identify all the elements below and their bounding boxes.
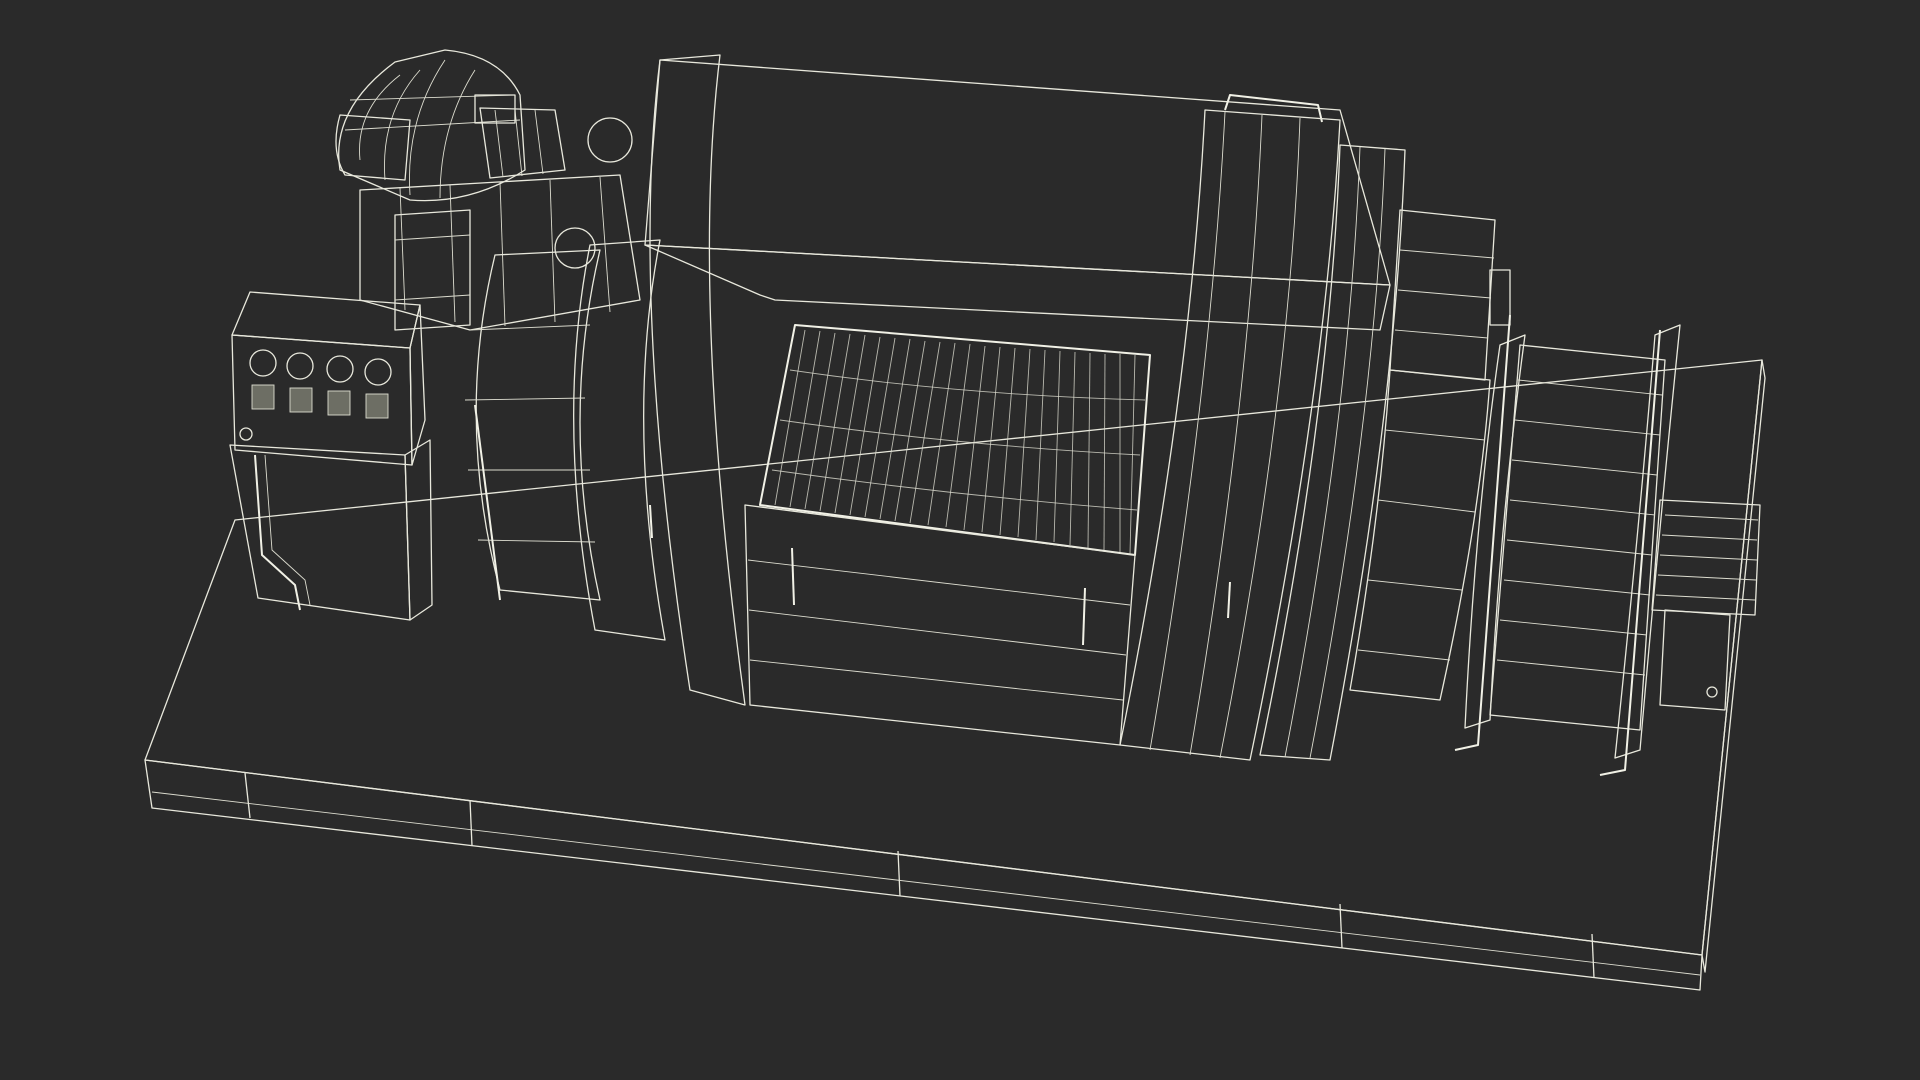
- switch-1-icon: [251, 384, 275, 410]
- switch-3-icon: [327, 390, 351, 416]
- switch-2-icon: [289, 387, 313, 413]
- switch-4-icon: [365, 393, 389, 419]
- winch-wireframe-render: [0, 0, 1920, 1080]
- render-background: [0, 0, 1920, 1080]
